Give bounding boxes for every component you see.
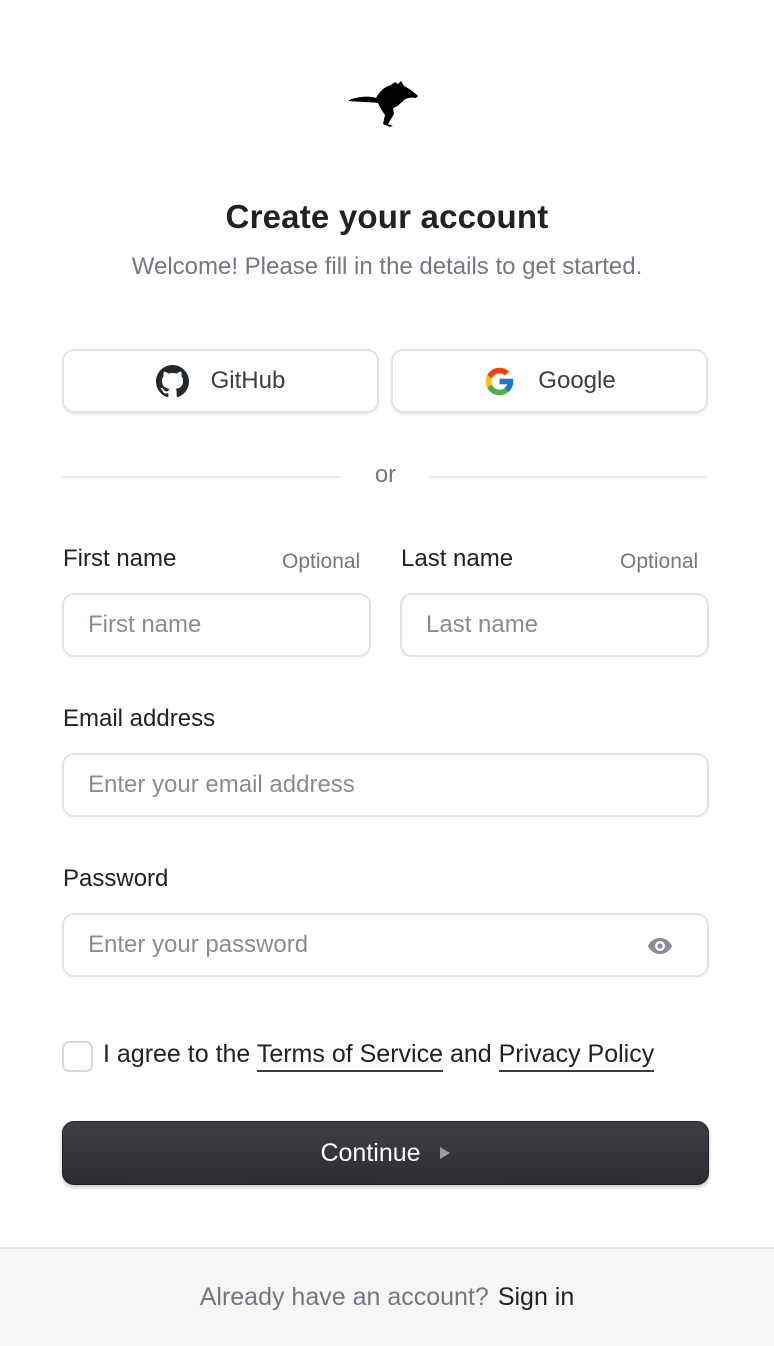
eye-icon: [648, 938, 672, 954]
kangaroo-logo-icon: [349, 81, 418, 127]
terms-checkbox[interactable]: [62, 1041, 93, 1072]
agree-prefix: I agree to the: [103, 1040, 251, 1068]
password-label: Password: [63, 865, 169, 892]
github-icon: [155, 364, 189, 397]
divider-line-right: [429, 476, 707, 478]
google-button-label: Google: [538, 367, 616, 394]
sign-up-page: Create your account Welcome! Please fill…: [0, 0, 774, 1346]
divider-line-left: [62, 476, 342, 478]
github-button[interactable]: GitHub: [62, 349, 379, 413]
password-input[interactable]: [62, 913, 709, 977]
last-name-optional: Optional: [620, 550, 699, 573]
triangle-right-icon: [439, 1147, 450, 1159]
terms-of-service-link[interactable]: Terms of Service: [256, 1040, 443, 1072]
show-password-toggle[interactable]: [640, 930, 680, 962]
google-button[interactable]: Google: [391, 349, 708, 413]
footer: Already have an account? Sign in: [0, 1247, 774, 1346]
footer-prompt: Already have an account?: [199, 1283, 489, 1311]
google-icon: [486, 367, 514, 395]
agree-and: and: [449, 1040, 492, 1068]
sign-in-link[interactable]: Sign in: [498, 1283, 574, 1312]
terms-agreement: I agree to the Terms of Service and Priv…: [103, 1040, 655, 1072]
last-name-input[interactable]: [400, 593, 709, 657]
divider-or: or: [374, 461, 397, 488]
email-input[interactable]: [62, 753, 709, 817]
github-button-label: GitHub: [210, 367, 286, 394]
continue-button[interactable]: Continue: [62, 1121, 709, 1185]
privacy-policy-link[interactable]: Privacy Policy: [498, 1040, 655, 1072]
first-name-label: First name: [63, 545, 177, 572]
last-name-label: Last name: [401, 545, 514, 572]
first-name-optional: Optional: [282, 550, 361, 573]
email-label: Email address: [63, 705, 216, 732]
first-name-input[interactable]: [62, 593, 371, 657]
page-subtitle: Welcome! Please fill in the details to g…: [131, 253, 643, 280]
page-title: Create your account: [225, 198, 549, 235]
continue-button-label: Continue: [320, 1138, 421, 1167]
